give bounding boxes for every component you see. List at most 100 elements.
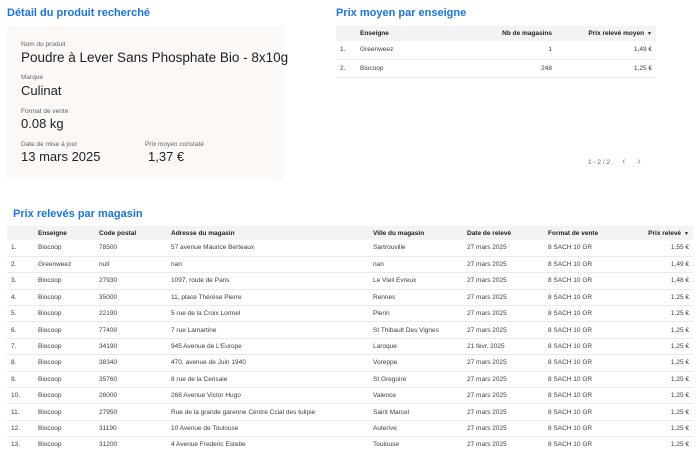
- table-cell: Rue de la grande garenne Centre Ccial de…: [167, 403, 369, 421]
- table-cell: Laroque: [369, 338, 463, 356]
- table-cell: 27 mars 2025: [463, 272, 544, 290]
- col-index: [336, 26, 356, 41]
- table-cell: Biocoop: [34, 387, 95, 405]
- col-date[interactable]: Date de relevé: [463, 226, 544, 240]
- table-cell: 6.: [7, 321, 34, 339]
- product-name-value: Poudre à Lever Sans Phosphate Bio - 8x10…: [21, 50, 289, 65]
- table-header-row: Enseigne Nb de magasins Prix relevé moye…: [336, 26, 656, 41]
- table-cell: 8 SACH 10 GR: [544, 354, 641, 372]
- table-cell: 10.: [7, 387, 34, 405]
- table-cell: 57 avenue Maurice Berteaux: [167, 240, 369, 257]
- table-cell: 945 Avenue de L'Europe: [167, 338, 369, 356]
- table-row[interactable]: 2. Greenweez null nan nan 27 mars 2025 8 SACH …: [7, 256, 693, 274]
- table-cell: 34190: [95, 338, 167, 356]
- table-cell: 27 mars 2025: [463, 305, 544, 323]
- table-cell: 8 SACH 10 GR: [544, 256, 641, 274]
- table-row[interactable]: 7. Biocoop 34190 945 Avenue de L'Europe Laro…: [7, 338, 693, 356]
- brand-label: Marque: [21, 74, 44, 81]
- table-cell: 22190: [95, 305, 167, 323]
- col-store-count[interactable]: Nb de magasins: [456, 26, 556, 41]
- table-cell: Biocoop: [356, 59, 456, 78]
- table-cell: nan: [369, 256, 463, 274]
- table-cell: 35760: [95, 371, 167, 389]
- col-avg-price-label: Prix relevé moyen: [588, 30, 645, 37]
- table-cell: 1,25 €: [641, 371, 693, 389]
- table-cell: 2.: [336, 59, 356, 78]
- table-cell: 1097, route de Paris: [167, 272, 369, 290]
- sort-desc-icon: ▼: [684, 230, 689, 237]
- brand-value: Culinat: [21, 83, 62, 98]
- col-enseigne[interactable]: Enseigne: [356, 26, 456, 41]
- table-row[interactable]: 4. Biocoop 35000 11, place Thérèse Pierre Re…: [7, 289, 693, 307]
- col-avg-price[interactable]: Prix relevé moyen ▼: [556, 26, 656, 41]
- format-value: 0.08 kg: [21, 116, 64, 131]
- table-cell: Biocoop: [34, 436, 95, 449]
- table-cell: 268 Avenue Victor Hugo: [167, 387, 369, 405]
- chevron-left-icon[interactable]: ‹: [622, 157, 625, 167]
- col-postal-code[interactable]: Code postal: [95, 226, 167, 240]
- table-cell: 27 mars 2025: [463, 436, 544, 449]
- table-cell: 4.: [7, 289, 34, 307]
- table-row[interactable]: 11. Biocoop 27950 Rue de la grande garenne …: [7, 403, 693, 421]
- table-cell: Le Vieil Evreux: [369, 272, 463, 290]
- avg-price-value: 1,37 €: [148, 149, 185, 164]
- table-cell: 8 SACH 10 GR: [544, 403, 641, 421]
- table-cell: 8 SACH 10 GR: [544, 321, 641, 339]
- col-price[interactable]: Prix relevé ▼: [641, 226, 693, 240]
- col-format[interactable]: Format de vente: [544, 226, 641, 240]
- col-enseigne[interactable]: Enseigne: [34, 226, 95, 240]
- table-cell: 27 mars 2025: [463, 403, 544, 421]
- table-row[interactable]: 8. Biocoop 38340 470, avenue de Juin 1940 Vo…: [7, 354, 693, 372]
- table-cell: 31200: [95, 436, 167, 449]
- table-cell: 31190: [95, 420, 167, 438]
- table-cell: 27 mars 2025: [463, 354, 544, 372]
- table-cell: 8 SACH 10 GR: [544, 240, 641, 257]
- table-cell: 8 SACH 10 GR: [544, 420, 641, 438]
- table-cell: 1,55 €: [641, 240, 693, 257]
- table-row[interactable]: 2. Biocoop 248 1,25 €: [336, 59, 656, 78]
- table-cell: 5.: [7, 305, 34, 323]
- prices-by-store-title: Prix relevés par magasin: [13, 208, 143, 220]
- table-cell: 27 mars 2025: [463, 387, 544, 405]
- col-address[interactable]: Adresse du magasin: [167, 226, 369, 240]
- chevron-right-icon[interactable]: ›: [637, 157, 640, 167]
- table-cell: 8 SACH 10 GR: [544, 387, 641, 405]
- pagination-range: 1 - 2 / 2: [588, 158, 611, 166]
- table-cell: 27 mars 2025: [463, 420, 544, 438]
- table-cell: 1,25 €: [556, 59, 656, 78]
- table-cell: 1,25 €: [641, 387, 693, 405]
- table-cell: Biocoop: [34, 240, 95, 257]
- table-row[interactable]: 13. Biocoop 31200 4 Avenue Frederic Estebe T…: [7, 436, 693, 449]
- table-row[interactable]: 1. Biocoop 78500 57 avenue Maurice Berteaux…: [7, 240, 693, 257]
- table-cell: 26000: [95, 387, 167, 405]
- table-row[interactable]: 3. Biocoop 27930 1097, route de Paris Le Vie…: [7, 272, 693, 290]
- table-row[interactable]: 5. Biocoop 22190 5 rue de la Croix Lormel Pl…: [7, 305, 693, 323]
- table-cell: 78500: [95, 240, 167, 257]
- table-row[interactable]: 6. Biocoop 77400 7 rue Lamartine St Thibault…: [7, 321, 693, 339]
- table-cell: 11, place Thérèse Pierre: [167, 289, 369, 307]
- table-cell: 1: [456, 41, 556, 60]
- table-cell: 1,25 €: [641, 321, 693, 339]
- table-cell: 27 mars 2025: [463, 321, 544, 339]
- table-row[interactable]: 1. Greenweez 1 1,49 €: [336, 41, 656, 60]
- col-city[interactable]: Ville du magasin: [369, 226, 463, 240]
- table-cell: 8 SACH 10 GR: [544, 338, 641, 356]
- table-cell: St Gregoire: [369, 371, 463, 389]
- table-cell: St Thibault Des Vignes: [369, 321, 463, 339]
- table-header-row: Enseigne Code postal Adresse du magasin …: [7, 226, 693, 240]
- table-cell: 27 mars 2025: [463, 289, 544, 307]
- table-cell: 27950: [95, 403, 167, 421]
- col-price-label: Prix relevé: [648, 229, 682, 237]
- table-row[interactable]: 10. Biocoop 26000 268 Avenue Victor Hugo Val…: [7, 387, 693, 405]
- table-cell: Voreppe: [369, 354, 463, 372]
- table-cell: Biocoop: [34, 420, 95, 438]
- table-cell: 248: [456, 59, 556, 78]
- table-cell: Biocoop: [34, 354, 95, 372]
- table-cell: 7 rue Lamartine: [167, 321, 369, 339]
- sort-desc-icon: ▼: [647, 31, 652, 37]
- update-date-value: 13 mars 2025: [21, 149, 101, 164]
- table-row[interactable]: 12. Biocoop 31190 10 Avenue de Toulouse Aute…: [7, 420, 693, 438]
- table-row[interactable]: 9. Biocoop 35760 8 rue de la Cerisaie St Gre…: [7, 371, 693, 389]
- table-cell: null: [95, 256, 167, 274]
- table-cell: 35000: [95, 289, 167, 307]
